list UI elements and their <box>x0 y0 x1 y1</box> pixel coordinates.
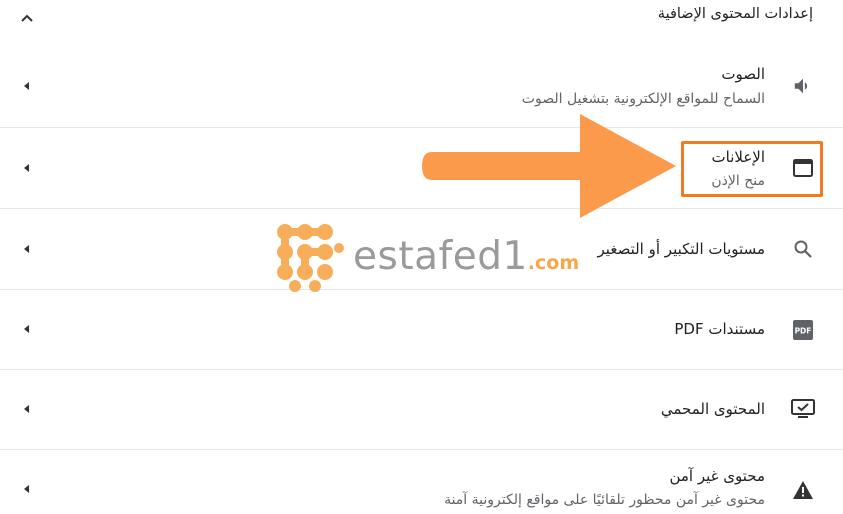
collapse-button[interactable] <box>14 4 40 30</box>
row-sound[interactable]: الصوت السماح للمواقع الإلكترونية بتشغيل … <box>0 47 843 127</box>
content-settings-header: إعدادات المحتوى الإضافية <box>0 0 843 46</box>
warning-icon <box>789 476 817 504</box>
row-insecure-content[interactable]: محتوى غير آمن محتوى غير آمن محظور تلقائي… <box>0 449 843 514</box>
expand-arrow-icon[interactable] <box>16 319 36 339</box>
section-title: إعدادات المحتوى الإضافية <box>657 6 813 22</box>
expand-arrow-icon[interactable] <box>16 239 36 259</box>
speaker-icon <box>789 72 817 100</box>
expand-arrow-icon[interactable] <box>16 399 36 419</box>
row-sublabel: محتوى غير آمن محظور تلقائيًا على مواقع إ… <box>444 492 765 508</box>
row-protected-content[interactable]: المحتوى المحمي <box>0 369 843 449</box>
ads-window-icon <box>789 154 817 182</box>
row-label: الصوت <box>721 65 765 83</box>
chevron-up-icon <box>20 8 34 27</box>
row-ads[interactable]: الإعلانات منح الإذن <box>0 127 843 208</box>
expand-arrow-icon[interactable] <box>16 76 36 96</box>
row-label: مستندات PDF <box>674 320 765 338</box>
row-pdf[interactable]: PDF مستندات PDF <box>0 289 843 369</box>
row-label: المحتوى المحمي <box>660 400 765 418</box>
row-label: محتوى غير آمن <box>669 467 765 485</box>
expand-arrow-icon[interactable] <box>16 158 36 178</box>
row-sublabel: السماح للمواقع الإلكترونية بتشغيل الصوت <box>521 91 765 107</box>
svg-text:PDF: PDF <box>795 327 812 336</box>
pdf-icon: PDF <box>789 316 817 344</box>
row-zoom[interactable]: مستويات التكبير أو التصغير <box>0 208 843 289</box>
expand-arrow-icon[interactable] <box>16 479 36 499</box>
search-icon <box>789 235 817 263</box>
row-label: مستويات التكبير أو التصغير <box>597 240 765 258</box>
row-label: الإعلانات <box>711 148 766 166</box>
protected-content-icon <box>789 395 817 423</box>
row-sublabel: منح الإذن <box>711 173 765 189</box>
